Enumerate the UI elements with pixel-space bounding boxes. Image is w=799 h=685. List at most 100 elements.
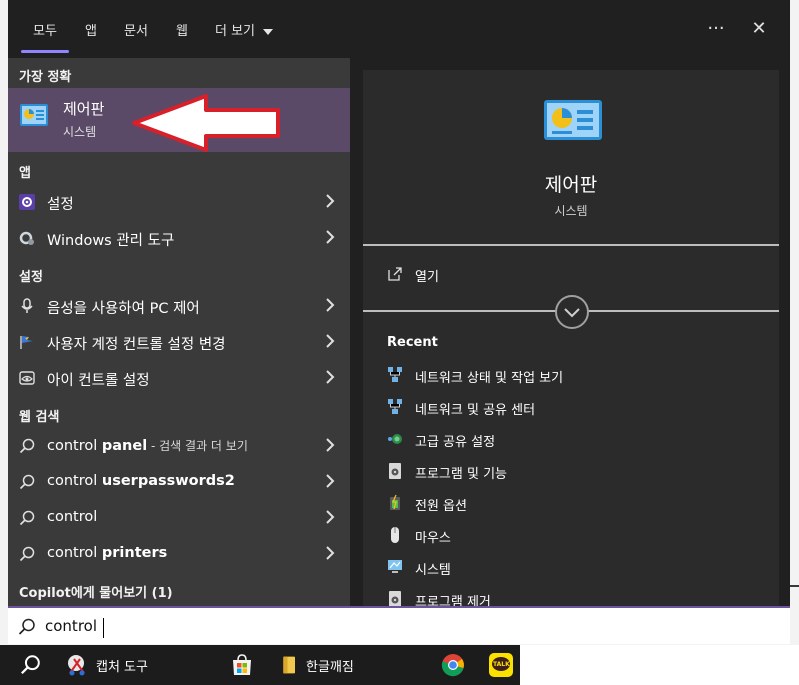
recent-item-label: 시스템 <box>415 563 451 578</box>
recent-item[interactable]: 프로그램 및 기능 <box>363 456 779 488</box>
tab-more[interactable]: 더 보기 <box>215 20 274 39</box>
apps-header: 앱 <box>19 166 31 181</box>
search-icon <box>19 438 35 454</box>
web-item-suggestion: userpasswords2 <box>101 473 235 489</box>
recent-item[interactable]: 시스템 <box>363 552 779 584</box>
chevron-right-icon <box>326 298 335 312</box>
web-item-label: control printers <box>47 545 167 561</box>
recent-item[interactable]: 네트워크 상태 및 작업 보기 <box>363 360 779 392</box>
taskbar-kakaotalk[interactable]: TALK <box>486 645 516 685</box>
open-external-icon <box>388 267 402 281</box>
system-icon <box>388 560 402 573</box>
taskbar-chrome[interactable] <box>438 645 468 685</box>
tab-more-label: 더 보기 <box>215 24 256 39</box>
copilot-header[interactable]: Copilot에게 물어보기 (1) <box>19 582 173 601</box>
power-icon <box>390 494 400 510</box>
recent-item-label: 프로그램 및 기능 <box>415 467 507 482</box>
chevron-right-icon <box>326 474 335 488</box>
chevron-right-icon <box>326 438 335 452</box>
taskbar-snipping-tool[interactable]: 캡처 도구 <box>62 645 162 685</box>
expand-button[interactable] <box>555 295 589 329</box>
search-panel: 모두 앱 문서 웹 더 보기 ··· ✕ 가장 정확 제어판 시스템 앱 설정 … <box>8 0 790 606</box>
recent-item-label: 네트워크 상태 및 작업 보기 <box>415 371 564 386</box>
tab-documents[interactable]: 문서 <box>124 20 148 39</box>
microphone-icon <box>21 298 33 313</box>
web-item-query: control <box>47 438 102 454</box>
settings-item-label: 아이 컨트롤 설정 <box>47 373 150 389</box>
settings-item-voice[interactable]: 음성을 사용하여 PC 제어 <box>8 288 350 324</box>
taskbar-item-label: 한글깨짐 <box>306 660 354 675</box>
preview-title: 제어판 <box>544 174 598 196</box>
close-icon: ✕ <box>751 17 767 39</box>
web-item-hint: - 검색 결과 더 보기 <box>147 439 248 453</box>
taskbar-folder-window[interactable]: 한글깨짐 <box>278 645 378 685</box>
web-item-query: control <box>47 545 102 561</box>
web-item-control[interactable]: control <box>8 500 350 536</box>
web-item-label: control userpasswords2 <box>47 473 235 489</box>
taskbar-item-label: 캡처 도구 <box>96 660 148 675</box>
web-search-header: 웹 검색 <box>19 410 60 425</box>
network-icon <box>388 399 402 414</box>
folder-icon <box>283 656 295 674</box>
sharing-icon <box>388 434 402 444</box>
app-item-label: Windows 관리 도구 <box>47 233 175 249</box>
web-item-query: control <box>47 473 102 489</box>
settings-header: 설정 <box>19 270 43 285</box>
kakaotalk-icon-text: TALK <box>493 661 510 668</box>
app-item-admin-tools[interactable]: Windows 관리 도구 <box>8 220 350 256</box>
settings-item-eye-control[interactable]: 아이 컨트롤 설정 <box>8 360 350 396</box>
best-match-header: 가장 정확 <box>19 70 72 85</box>
tab-web[interactable]: 웹 <box>176 20 188 39</box>
tab-all[interactable]: 모두 <box>21 20 69 53</box>
search-icon <box>18 618 35 635</box>
chevron-right-icon <box>326 510 335 524</box>
tab-apps[interactable]: 앱 <box>85 20 97 39</box>
settings-item-uac[interactable]: 사용자 계정 컨트롤 설정 변경 <box>8 324 350 360</box>
mouse-icon <box>391 527 399 543</box>
open-label: 열기 <box>415 270 439 285</box>
recent-item[interactable]: 고급 공유 설정 <box>363 424 779 456</box>
best-match-title: 제어판 <box>63 100 105 118</box>
search-box[interactable] <box>8 606 790 644</box>
preview-subtitle: 시스템 <box>554 204 588 218</box>
taskbar-search-button[interactable] <box>14 645 50 685</box>
recent-item-label: 마우스 <box>415 531 451 546</box>
gear-icon <box>19 194 35 210</box>
web-item-label: control <box>47 509 97 525</box>
web-item-control-panel[interactable]: control panel - 검색 결과 더 보기 <box>8 428 350 464</box>
programs-icon <box>389 591 401 606</box>
control-panel-icon <box>20 104 48 126</box>
text-cursor <box>103 618 104 638</box>
recent-item[interactable]: 마우스 <box>363 520 779 552</box>
recent-item[interactable]: 프로그램 제거 <box>363 584 779 606</box>
chevron-right-icon <box>326 546 335 560</box>
web-item-userpasswords2[interactable]: control userpasswords2 <box>8 464 350 500</box>
search-input[interactable] <box>45 614 745 638</box>
taskbar: 캡처 도구 한글깨짐 TALK <box>0 645 520 685</box>
taskbar-store[interactable] <box>228 645 256 685</box>
flag-icon <box>20 336 33 349</box>
desktop-area <box>520 645 799 685</box>
web-item-label: control panel - 검색 결과 더 보기 <box>47 437 248 454</box>
web-item-query: control <box>47 509 98 525</box>
annotation-arrow-icon <box>132 94 280 152</box>
snipping-tool-icon <box>68 655 85 676</box>
recent-header: Recent <box>387 335 438 350</box>
best-match-subtitle: 시스템 <box>63 125 97 139</box>
search-icon <box>21 655 40 675</box>
app-item-label: 설정 <box>47 197 74 213</box>
recent-item[interactable]: 전원 옵션 <box>363 488 779 520</box>
app-item-settings[interactable]: 설정 <box>8 184 350 220</box>
close-button[interactable]: ✕ <box>745 14 773 42</box>
chrome-icon <box>441 654 464 677</box>
programs-icon <box>389 463 401 479</box>
recent-item-label: 네트워크 및 공유 센터 <box>415 403 536 418</box>
web-item-printers[interactable]: control printers <box>8 536 350 572</box>
preview-pane: 제어판 시스템 열기 Recent 네트워크 상태 및 작업 보기 네트워크 및… <box>363 70 779 606</box>
chevron-right-icon <box>326 370 335 384</box>
network-icon <box>388 367 402 382</box>
ellipsis-icon: ··· <box>707 17 725 39</box>
more-options-button[interactable]: ··· <box>702 14 730 42</box>
recent-item[interactable]: 네트워크 및 공유 센터 <box>363 392 779 424</box>
eye-icon <box>19 371 35 385</box>
